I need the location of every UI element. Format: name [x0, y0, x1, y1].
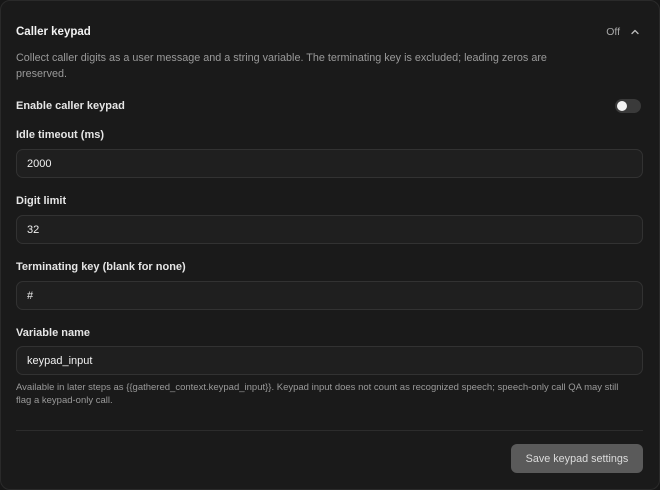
digit-limit-label: Digit limit	[16, 195, 67, 207]
status-label: Off	[606, 26, 620, 38]
enable-keypad-row: Enable caller keypad	[16, 97, 641, 115]
idle-timeout-value: 2000	[27, 157, 52, 170]
variable-name-input[interactable]: keypad_input	[16, 346, 643, 375]
terminating-key-label: Terminating key (blank for none)	[16, 261, 186, 273]
section-header-controls: Off	[606, 26, 641, 38]
idle-timeout-label: Idle timeout (ms)	[16, 129, 105, 141]
idle-timeout-input[interactable]: 2000	[16, 149, 643, 178]
chevron-up-icon[interactable]	[629, 26, 641, 38]
variable-name-label: Variable name	[16, 327, 90, 339]
divider	[16, 430, 643, 431]
terminating-key-input[interactable]: #	[16, 281, 643, 310]
variable-help-text: Available in later steps as {{gathered_c…	[16, 382, 619, 406]
terminating-key-value: #	[27, 289, 34, 302]
variable-name-value: keypad_input	[27, 354, 93, 367]
digit-limit-input[interactable]: 32	[16, 215, 643, 244]
enable-keypad-toggle[interactable]	[615, 99, 641, 113]
enable-keypad-label: Enable caller keypad	[16, 100, 125, 112]
toggle-knob	[617, 101, 627, 111]
digit-limit-value: 32	[27, 223, 40, 236]
caller-keypad-panel: Caller keypad Off Collect caller digits …	[0, 0, 660, 490]
section-title: Caller keypad	[16, 26, 91, 38]
section-header[interactable]: Caller keypad Off	[16, 23, 641, 41]
section-description: Collect caller digits as a user message …	[16, 52, 547, 80]
save-keypad-settings-button[interactable]: Save keypad settings	[511, 444, 643, 473]
